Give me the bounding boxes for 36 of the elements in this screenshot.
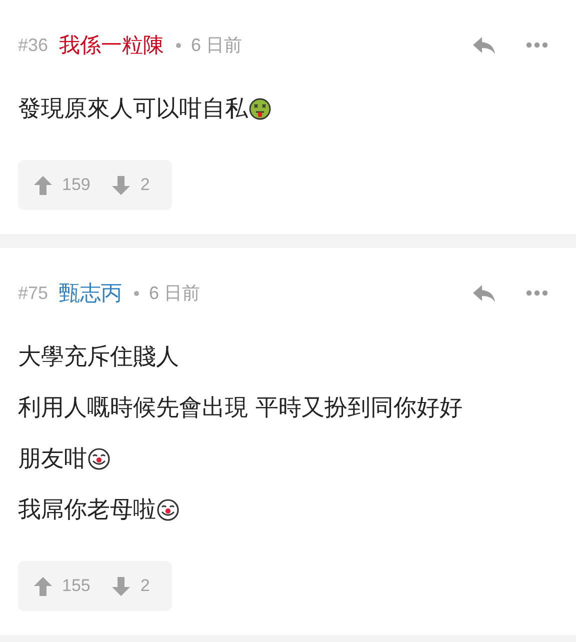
clown-face-emoji-icon	[88, 448, 110, 470]
more-button[interactable]	[526, 42, 548, 48]
upvote-button[interactable]: 155	[34, 576, 90, 596]
up-arrow-icon	[34, 176, 52, 194]
upvote-count: 155	[62, 576, 90, 596]
sick-face-emoji-icon	[249, 98, 271, 120]
reply-icon	[472, 283, 496, 303]
post-text: 朋友咁	[18, 445, 87, 474]
author-name[interactable]: 甄志丙	[59, 279, 122, 307]
post-text: 大學充斥住賤人	[18, 343, 179, 372]
post-text: 利用人嘅時候先會出現 平時又扮到同你好好	[18, 394, 462, 423]
separator-dot-icon	[134, 290, 140, 296]
more-icon	[526, 42, 548, 48]
reply-button[interactable]	[472, 35, 496, 55]
post-number: #36	[18, 34, 48, 56]
reply-icon	[472, 35, 496, 55]
down-arrow-icon	[112, 176, 130, 194]
post-time: 6 日前	[149, 282, 200, 305]
downvote-button[interactable]: 2	[112, 175, 150, 195]
more-icon	[526, 290, 548, 296]
downvote-count: 2	[140, 175, 150, 195]
downvote-count: 2	[140, 576, 150, 596]
reply-button[interactable]	[472, 283, 496, 303]
upvote-count: 159	[62, 175, 90, 195]
post-text: 發現原來人可以咁自私	[18, 95, 248, 124]
post-number: #75	[18, 282, 48, 304]
down-arrow-icon	[112, 576, 130, 596]
up-arrow-icon	[34, 576, 52, 596]
clown-face-emoji-icon	[157, 498, 179, 520]
post-time: 6 日前	[191, 34, 242, 57]
separator-dot-icon	[176, 42, 182, 48]
more-button[interactable]	[526, 290, 548, 296]
downvote-button[interactable]: 2	[112, 576, 150, 596]
upvote-button[interactable]: 159	[34, 175, 90, 195]
post-text: 我屌你老母啦	[18, 496, 156, 525]
author-name[interactable]: 我係一粒陳	[59, 31, 164, 59]
